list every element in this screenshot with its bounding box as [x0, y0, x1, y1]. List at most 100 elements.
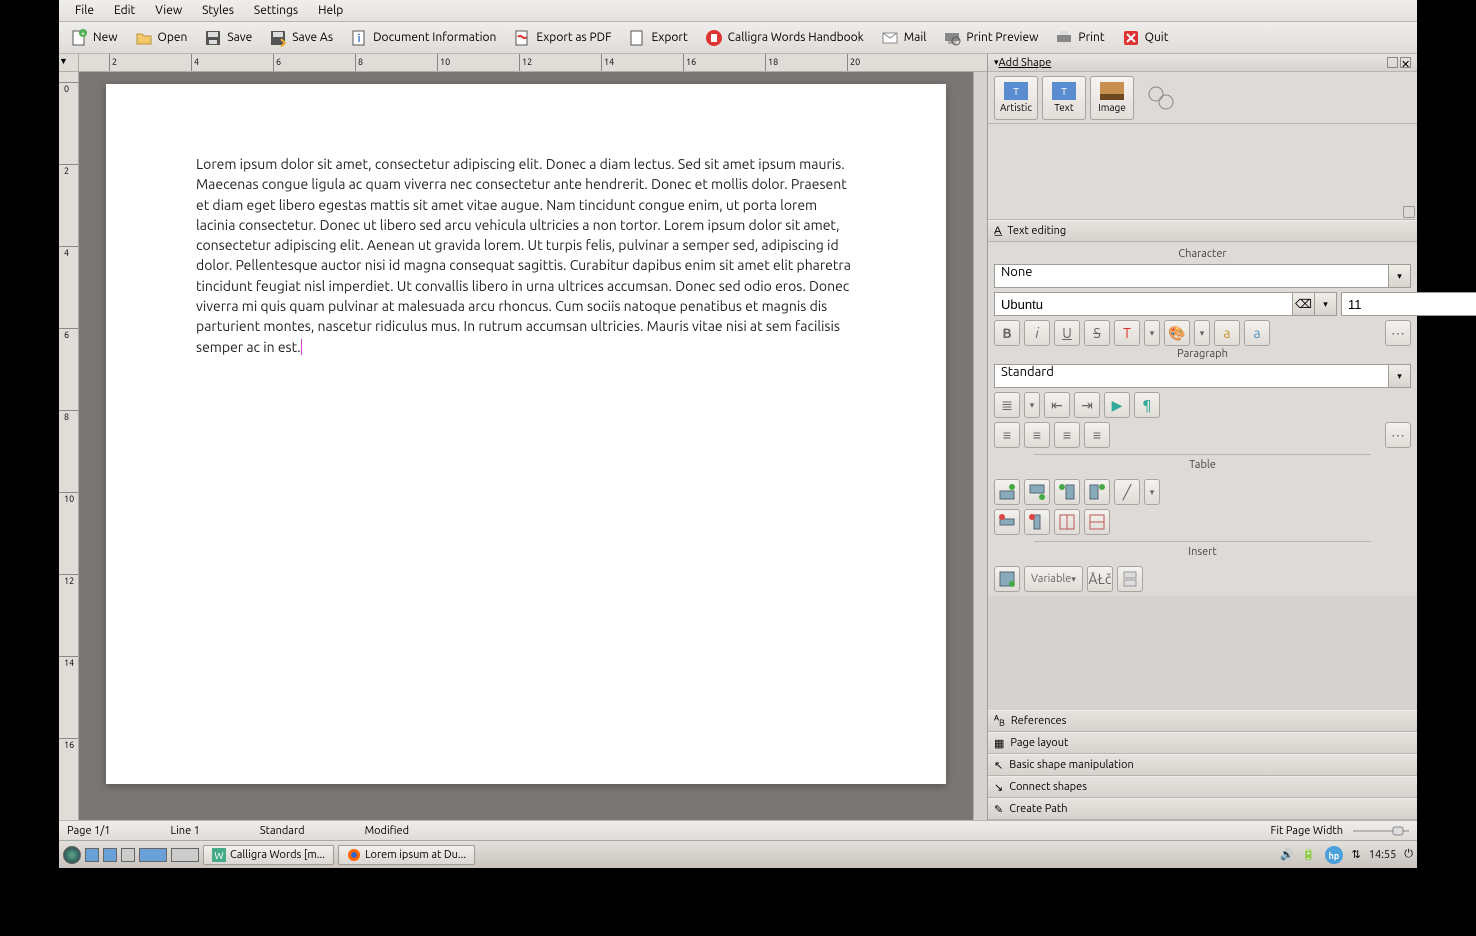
insert-variable[interactable]: Variable▾ — [1024, 566, 1083, 592]
desktop-pager-5[interactable] — [171, 848, 199, 862]
exportpdf-button[interactable]: Export as PDF — [506, 25, 617, 51]
document-page[interactable]: Lorem ipsum dolor sit amet, consectetur … — [106, 84, 946, 784]
bullets-dd[interactable]: ▾ — [1024, 392, 1040, 418]
tbl-border[interactable]: ╱ — [1114, 479, 1140, 505]
ltr-button[interactable]: ▶ — [1104, 392, 1130, 418]
highlight-dd[interactable]: ▾ — [1194, 320, 1210, 346]
vertical-scrollbar[interactable] — [973, 72, 987, 820]
vertical-ruler[interactable]: 0246810121416 — [59, 72, 79, 820]
handbook-button[interactable]: Calligra Words Handbook — [698, 25, 870, 51]
indent-button[interactable]: ⇥ — [1074, 392, 1100, 418]
volume-icon[interactable]: 🔊 — [1280, 848, 1294, 861]
align-center[interactable]: ≡ — [1024, 422, 1050, 448]
start-button[interactable] — [63, 846, 81, 864]
tbl-insrow-below[interactable] — [1024, 479, 1050, 505]
align-left[interactable]: ≡ — [994, 422, 1020, 448]
tbl-delrow[interactable] — [994, 509, 1020, 535]
new-button[interactable]: +New — [63, 25, 124, 51]
zoom-label[interactable]: Fit Page Width — [1271, 825, 1343, 837]
font-clear[interactable]: ⌫ — [1293, 292, 1315, 316]
shape-text[interactable]: TText — [1042, 76, 1086, 120]
ruler-corner[interactable]: ▼ — [59, 54, 79, 71]
align-right[interactable]: ≡ — [1054, 422, 1080, 448]
caseb-button[interactable]: a — [1244, 320, 1270, 346]
tbl-delcol[interactable] — [1024, 509, 1050, 535]
menu-file[interactable]: File — [65, 2, 104, 19]
casea-button[interactable]: a — [1214, 320, 1240, 346]
shape-artistic[interactable]: TArtistic — [994, 76, 1038, 120]
network-icon[interactable]: ⇅ — [1352, 848, 1361, 861]
para-style-select[interactable]: Standard — [994, 364, 1389, 388]
shape-more[interactable] — [1138, 76, 1182, 120]
power-icon[interactable]: ⏻ — [1404, 848, 1413, 861]
para-style-dropdown[interactable]: ▾ — [1389, 364, 1411, 388]
references-header[interactable]: ᴬBReferences — [988, 710, 1417, 732]
font-family-input[interactable] — [994, 292, 1293, 316]
text-cursor — [301, 339, 302, 355]
insert-table[interactable] — [994, 566, 1020, 592]
rtl-button[interactable]: ¶ — [1134, 392, 1160, 418]
document-canvas[interactable]: Lorem ipsum dolor sit amet, consectetur … — [79, 72, 973, 820]
char-style-select[interactable]: None — [994, 264, 1389, 288]
zoom-slider[interactable] — [1353, 826, 1409, 836]
char-more[interactable]: ⋯ — [1385, 320, 1411, 346]
hp-icon[interactable]: hp — [1324, 845, 1344, 865]
taskbar-app-browser[interactable]: Lorem ipsum at Du... — [338, 845, 475, 865]
saveas-button[interactable]: Save As — [262, 25, 339, 51]
createpath-header[interactable]: ✎Create Path — [988, 798, 1417, 820]
text-editing-header[interactable]: A̲ͅText editing — [988, 220, 1417, 242]
para-more[interactable]: ⋯ — [1385, 422, 1411, 448]
connect-header[interactable]: ↘Connect shapes — [988, 776, 1417, 798]
menu-view[interactable]: View — [145, 2, 192, 19]
desktop-pager-4[interactable] — [139, 848, 167, 862]
save-button[interactable]: Save — [197, 25, 258, 51]
underline-button[interactable]: U — [1054, 320, 1080, 346]
bold-button[interactable]: B — [994, 320, 1020, 346]
italic-button[interactable]: i — [1024, 320, 1050, 346]
insert-pagebreak[interactable] — [1117, 566, 1143, 592]
battery-icon[interactable]: 🔋 — [1302, 848, 1316, 861]
clock[interactable]: 14:55 — [1369, 849, 1397, 861]
pagelayout-header[interactable]: ▦Page layout — [988, 732, 1417, 754]
resize-icon[interactable] — [1403, 206, 1415, 218]
horizontal-ruler[interactable]: 2468101214161820 — [79, 54, 987, 71]
font-dropdown[interactable]: ▾ — [1315, 292, 1337, 316]
textcolor-dd[interactable]: ▾ — [1144, 320, 1160, 346]
export-button[interactable]: Export — [621, 25, 693, 51]
insert-specialchar[interactable]: ÅŁč — [1087, 566, 1113, 592]
tbl-border-dd[interactable]: ▾ — [1144, 479, 1160, 505]
menu-styles[interactable]: Styles — [192, 2, 244, 19]
print-button[interactable]: Print — [1048, 25, 1110, 51]
menu-settings[interactable]: Settings — [244, 2, 308, 19]
tbl-insrow-above[interactable] — [994, 479, 1020, 505]
taskbar-app-words[interactable]: WCalligra Words [m... — [203, 845, 334, 865]
strike-button[interactable]: S — [1084, 320, 1110, 346]
open-button[interactable]: Open — [128, 25, 194, 51]
shape-image[interactable]: Image — [1090, 76, 1134, 120]
textcolor-button[interactable]: T — [1114, 320, 1140, 346]
basicshape-header[interactable]: ↖Basic shape manipulation — [988, 754, 1417, 776]
tbl-inscol-right[interactable] — [1084, 479, 1110, 505]
char-style-dropdown[interactable]: ▾ — [1389, 264, 1411, 288]
preview-button[interactable]: Print Preview — [936, 25, 1044, 51]
tbl-split[interactable] — [1084, 509, 1110, 535]
highlight-button[interactable]: 🎨 — [1164, 320, 1190, 346]
align-justify[interactable]: ≡ — [1084, 422, 1110, 448]
menu-edit[interactable]: Edit — [104, 2, 145, 19]
outdent-button[interactable]: ⇤ — [1044, 392, 1070, 418]
tbl-merge[interactable] — [1054, 509, 1080, 535]
add-shape-header[interactable]: ▾ Add Shape ✕ — [988, 54, 1417, 72]
desktop-pager-1[interactable] — [85, 848, 99, 862]
tbl-inscol-left[interactable] — [1054, 479, 1080, 505]
mail-button[interactable]: Mail — [874, 25, 933, 51]
bullets-button[interactable]: ≣ — [994, 392, 1020, 418]
quit-button[interactable]: Quit — [1115, 25, 1175, 51]
font-size-input[interactable] — [1341, 292, 1476, 316]
menu-help[interactable]: Help — [308, 2, 353, 19]
detach-icon[interactable] — [1387, 57, 1398, 68]
close-icon[interactable]: ✕ — [1400, 57, 1411, 68]
new-icon: + — [69, 28, 89, 48]
desktop-pager-2[interactable] — [103, 848, 117, 862]
desktop-pager-3[interactable] — [121, 848, 135, 862]
docinfo-button[interactable]: iDocument Information — [343, 25, 502, 51]
